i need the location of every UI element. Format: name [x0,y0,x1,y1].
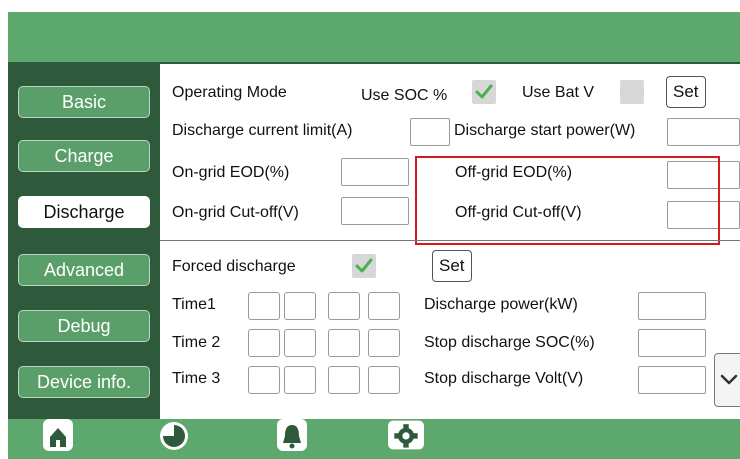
nav-home[interactable] [40,419,76,459]
home-icon [43,419,73,451]
nav-statistics[interactable] [156,419,192,459]
sidebar-item-device-info[interactable]: Device info. [18,366,150,398]
stop-discharge-soc-input[interactable] [638,329,706,357]
gear-icon [388,420,424,450]
discharge-start-power-input[interactable] [667,118,740,146]
discharge-power-label: Discharge power(kW) [424,296,578,313]
nav-settings[interactable] [388,419,424,459]
time2-label: Time 2 [172,334,221,351]
use-soc-label: Use SOC % [361,87,448,104]
time2-start-min[interactable] [284,329,316,357]
time2-start-hour[interactable] [248,329,280,357]
time3-start-min[interactable] [284,366,316,394]
use-bat-v-label: Use Bat V [522,84,595,101]
time3-end-hour[interactable] [328,366,360,394]
time2-end-hour[interactable] [328,329,360,357]
sidebar-item-advanced[interactable]: Advanced [18,254,150,286]
discharge-start-power-label: Discharge start power(W) [454,122,636,139]
time3-end-min[interactable] [368,366,400,394]
stop-discharge-volt-input[interactable] [638,366,706,394]
sidebar-item-debug[interactable]: Debug [18,310,150,342]
mode-set-button[interactable]: Set [666,76,706,108]
section-divider [160,240,740,241]
use-bat-v-checkbox[interactable] [620,80,644,104]
off-grid-highlight-box [415,156,720,245]
use-soc-checkbox[interactable] [472,80,496,104]
on-grid-eod-label: On-grid EOD(%) [172,164,290,181]
time1-end-min[interactable] [368,292,400,320]
scroll-down-button[interactable] [714,353,740,407]
discharge-power-input[interactable] [638,292,706,320]
bell-icon [277,419,307,451]
pie-chart-icon [160,422,188,450]
time1-label: Time1 [172,296,216,313]
on-grid-eod-input[interactable] [341,158,409,186]
header-bar [8,12,740,62]
checkmark-icon [475,84,493,99]
sidebar-item-basic[interactable]: Basic [18,86,150,118]
sidebar-item-discharge[interactable]: Discharge [18,196,150,228]
bottom-nav-bar [8,419,740,459]
forced-set-button[interactable]: Set [432,250,472,282]
checkmark-icon [355,258,373,273]
forced-discharge-label: Forced discharge [172,258,296,275]
time1-start-min[interactable] [284,292,316,320]
time1-end-hour[interactable] [328,292,360,320]
forced-discharge-checkbox[interactable] [352,254,376,278]
time1-start-hour[interactable] [248,292,280,320]
on-grid-cutoff-label: On-grid Cut-off(V) [172,204,299,221]
nav-alerts[interactable] [274,419,310,459]
time2-end-min[interactable] [368,329,400,357]
discharge-settings-panel: Operating Mode Use SOC % Use Bat V Set D… [160,64,740,419]
stop-discharge-volt-label: Stop discharge Volt(V) [424,370,584,387]
chevron-down-icon [720,374,738,385]
operating-mode-label: Operating Mode [172,84,287,101]
time3-start-hour[interactable] [248,366,280,394]
discharge-current-limit-label: Discharge current limit(A) [172,122,353,139]
stop-discharge-soc-label: Stop discharge SOC(%) [424,334,595,351]
on-grid-cutoff-input[interactable] [341,197,409,225]
discharge-current-limit-input[interactable] [410,118,450,146]
sidebar-item-charge[interactable]: Charge [18,140,150,172]
sidebar: Basic Charge Discharge Advanced Debug De… [8,62,160,419]
time3-label: Time 3 [172,370,221,387]
